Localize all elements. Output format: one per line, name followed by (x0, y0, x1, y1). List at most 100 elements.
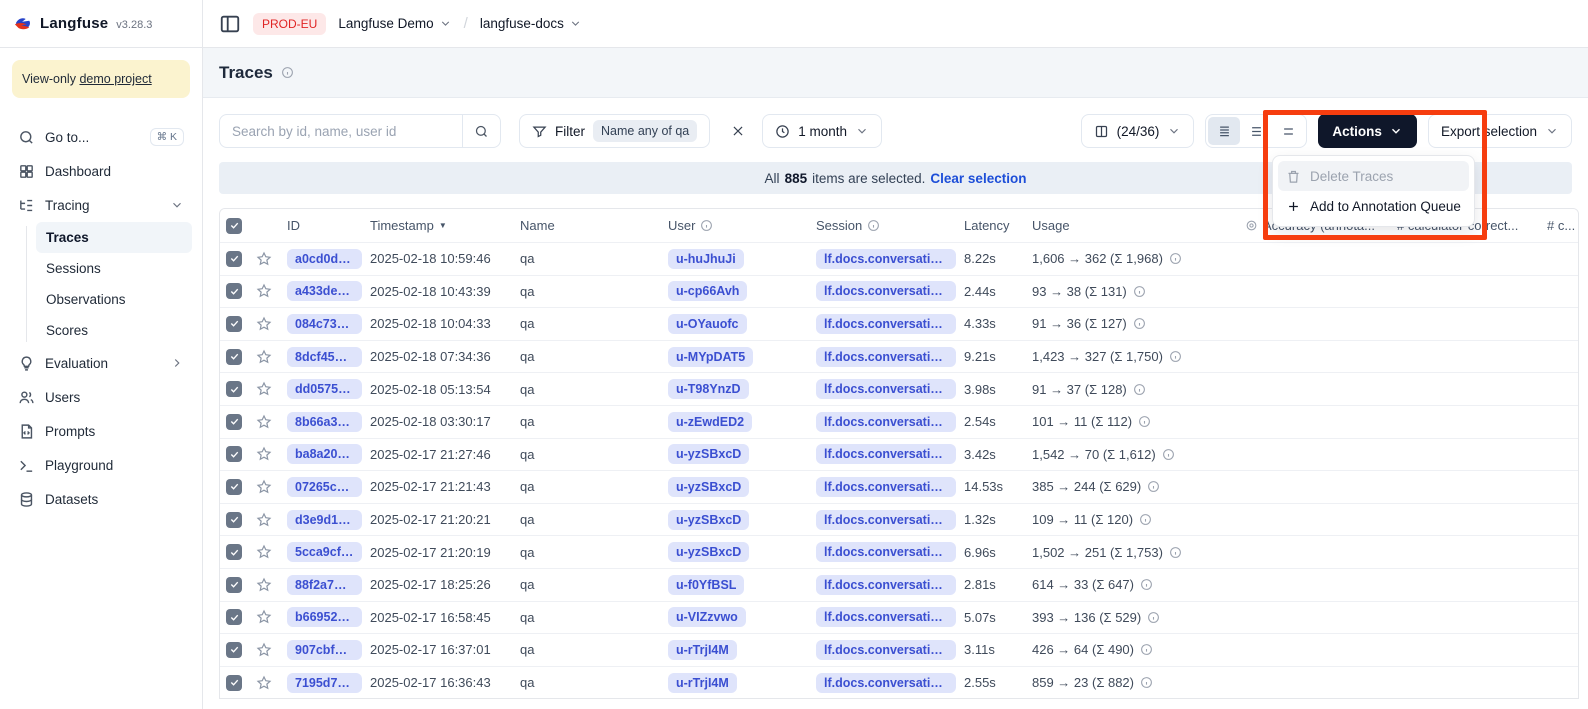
sidebar-item-traces[interactable]: Traces (36, 222, 192, 253)
table-row[interactable]: 88f2a7b0... 2025-02-17 18:25:26 qa u-f0Y… (220, 568, 1578, 601)
row-checkbox[interactable] (226, 316, 242, 332)
row-checkbox[interactable] (226, 479, 242, 495)
user-badge[interactable]: u-yzSBxcD (668, 444, 749, 464)
row-checkbox[interactable] (226, 512, 242, 528)
row-checkbox[interactable] (226, 675, 242, 691)
user-badge[interactable]: u-f0YfBSL (668, 575, 744, 595)
demo-project-link[interactable]: demo project (79, 72, 151, 86)
session-badge[interactable]: lf.docs.conversation.... (816, 347, 956, 367)
sidebar-item-users[interactable]: Users (10, 380, 192, 414)
star-icon[interactable] (256, 251, 272, 267)
row-checkbox[interactable] (226, 414, 242, 430)
row-height-compact-button[interactable] (1208, 117, 1240, 145)
column-header-latency[interactable]: Latency (964, 218, 1032, 233)
row-checkbox[interactable] (226, 446, 242, 462)
session-badge[interactable]: lf.docs.conversation.... (816, 673, 956, 693)
table-row[interactable]: ba8a208f... 2025-02-17 21:27:46 qa u-yzS… (220, 438, 1578, 471)
trace-id-badge[interactable]: 88f2a7b0... (287, 575, 362, 595)
star-icon[interactable] (256, 642, 272, 658)
trace-id-badge[interactable]: a433de51... (287, 281, 362, 301)
star-icon[interactable] (256, 544, 272, 560)
user-badge[interactable]: u-cp66Avh (668, 281, 747, 301)
session-badge[interactable]: lf.docs.conversation... (816, 542, 956, 562)
table-row[interactable]: b669529... 2025-02-17 16:58:45 qa u-VIZz… (220, 601, 1578, 634)
column-header-usage[interactable]: Usage (1032, 218, 1245, 233)
sidebar-item-sessions[interactable]: Sessions (36, 253, 192, 284)
row-checkbox[interactable] (226, 349, 242, 365)
column-header-extra[interactable]: # c... (1547, 218, 1578, 233)
table-row[interactable]: a0cd0d9... 2025-02-18 10:59:46 qa u-huJh… (220, 242, 1578, 275)
user-badge[interactable]: u-MYpDAT5 (668, 347, 753, 367)
export-selection-button[interactable]: Export selection (1428, 114, 1572, 148)
column-header-timestamp[interactable]: Timestamp▼ (370, 218, 520, 233)
project-switcher[interactable]: langfuse-docs (480, 16, 582, 31)
table-row[interactable]: a433de51... 2025-02-18 10:43:39 qa u-cp6… (220, 275, 1578, 308)
sidebar-toggle-icon[interactable] (219, 13, 241, 35)
session-badge[interactable]: lf.docs.conversation... (816, 575, 956, 595)
trace-id-badge[interactable]: a0cd0d9... (287, 249, 362, 269)
user-badge[interactable]: u-OYauofc (668, 314, 747, 334)
org-switcher[interactable]: Langfuse Demo (338, 16, 451, 31)
goto-button[interactable]: Go to... ⌘ K (10, 120, 192, 154)
row-checkbox[interactable] (226, 577, 242, 593)
session-badge[interactable]: lf.docs.conversation... (816, 477, 956, 497)
column-header-session[interactable]: Session (816, 218, 964, 233)
row-checkbox[interactable] (226, 609, 242, 625)
user-badge[interactable]: u-yzSBxcD (668, 542, 749, 562)
table-row[interactable]: 07265c7a... 2025-02-17 21:21:43 qa u-yzS… (220, 470, 1578, 503)
column-header-name[interactable]: Name (520, 218, 668, 233)
trace-id-badge[interactable]: 8b66a34... (287, 412, 362, 432)
menu-item-delete-traces[interactable]: Delete Traces (1278, 161, 1469, 191)
session-badge[interactable]: lf.docs.conversation... (816, 249, 956, 269)
sidebar-item-tracing[interactable]: Tracing (10, 188, 192, 222)
table-row[interactable]: d3e9d1f2... 2025-02-17 21:20:21 qa u-yzS… (220, 503, 1578, 536)
user-badge[interactable]: u-huJhuJi (668, 249, 744, 269)
star-icon[interactable] (256, 446, 272, 462)
session-badge[interactable]: lf.docs.conversation... (816, 412, 956, 432)
row-checkbox[interactable] (226, 251, 242, 267)
star-icon[interactable] (256, 414, 272, 430)
user-badge[interactable]: u-VIZzvwo (668, 607, 746, 627)
trace-id-badge[interactable]: d3e9d1f2... (287, 510, 362, 530)
select-all-checkbox[interactable] (226, 218, 242, 234)
clear-selection-link[interactable]: Clear selection (930, 171, 1026, 186)
table-row[interactable]: 907cbf6e... 2025-02-17 16:37:01 qa u-rTr… (220, 633, 1578, 666)
trace-id-badge[interactable]: 07265c7a... (287, 477, 362, 497)
table-row[interactable]: 8b66a34... 2025-02-18 03:30:17 qa u-zEwd… (220, 405, 1578, 438)
user-badge[interactable]: u-T98YnzD (668, 379, 749, 399)
sidebar-item-scores[interactable]: Scores (36, 315, 192, 346)
row-height-tall-button[interactable] (1272, 117, 1304, 145)
session-badge[interactable]: lf.docs.conversation... (816, 444, 956, 464)
sidebar-item-datasets[interactable]: Datasets (10, 482, 192, 516)
row-checkbox[interactable] (226, 544, 242, 560)
table-row[interactable]: 7195d78e... 2025-02-17 16:36:43 qa u-rTr… (220, 666, 1578, 699)
menu-item-add-to-annotation-queue[interactable]: Add to Annotation Queue (1278, 191, 1469, 221)
star-icon[interactable] (256, 381, 272, 397)
sidebar-item-playground[interactable]: Playground (10, 448, 192, 482)
session-badge[interactable]: lf.docs.conversation... (816, 314, 956, 334)
row-height-medium-button[interactable] (1240, 117, 1272, 145)
table-row[interactable]: 8dcf4574... 2025-02-18 07:34:36 qa u-MYp… (220, 340, 1578, 373)
filter-button[interactable]: Filter Name any of qa (519, 114, 710, 148)
time-range-button[interactable]: 1 month (762, 114, 882, 148)
sidebar-item-prompts[interactable]: Prompts (10, 414, 192, 448)
star-icon[interactable] (256, 479, 272, 495)
star-icon[interactable] (256, 316, 272, 332)
trace-id-badge[interactable]: 8dcf4574... (287, 347, 362, 367)
search-icon[interactable] (462, 115, 500, 147)
user-badge[interactable]: u-zEwdED2 (668, 412, 752, 432)
column-header-id[interactable]: ID (287, 218, 370, 233)
column-header-user[interactable]: User (668, 218, 816, 233)
star-icon[interactable] (256, 349, 272, 365)
trace-id-badge[interactable]: 907cbf6e... (287, 640, 362, 660)
star-icon[interactable] (256, 577, 272, 593)
session-badge[interactable]: lf.docs.conversation.... (816, 379, 956, 399)
row-checkbox[interactable] (226, 283, 242, 299)
table-row[interactable]: dd05753... 2025-02-18 05:13:54 qa u-T98Y… (220, 372, 1578, 405)
table-row[interactable]: 084c739... 2025-02-18 10:04:33 qa u-OYau… (220, 307, 1578, 340)
user-badge[interactable]: u-yzSBxcD (668, 477, 749, 497)
trace-id-badge[interactable]: b669529... (287, 607, 362, 627)
session-badge[interactable]: lf.docs.conversation... (816, 607, 956, 627)
table-row[interactable]: 5cca9cf2... 2025-02-17 21:20:19 qa u-yzS… (220, 535, 1578, 568)
sidebar-item-observations[interactable]: Observations (36, 284, 192, 315)
